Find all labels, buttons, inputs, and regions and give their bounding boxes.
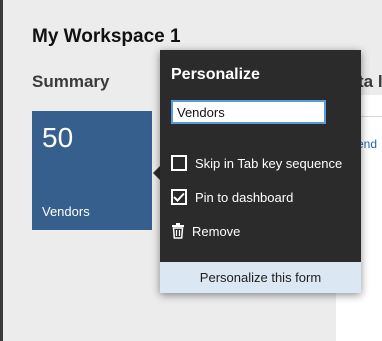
checkmark-icon [173,192,185,202]
personalize-form-button[interactable]: Personalize this form [160,262,361,293]
tile-count: 50 [42,122,74,153]
tile-label: Vendors [42,204,90,219]
pin-dashboard-option[interactable]: Pin to dashboard [171,186,293,208]
summary-section-title: Summary [32,72,110,91]
skip-tab-option[interactable]: Skip in Tab key sequence [171,152,342,174]
skip-tab-label: Skip in Tab key sequence [195,155,343,171]
adjacent-section-title: ta l [358,72,382,91]
workspace-title: My Workspace 1 [32,26,181,47]
remove-option[interactable]: Remove [171,220,240,242]
pin-dashboard-label: Pin to dashboard [195,189,294,205]
window-left-edge [0,0,3,341]
vendors-tile[interactable]: 50 Vendors [32,111,152,230]
trash-icon [171,223,185,239]
skip-tab-checkbox[interactable] [171,155,187,171]
popup-title: Personalize [171,66,260,83]
pin-dashboard-checkbox[interactable] [171,189,187,205]
tile-name-input[interactable] [171,100,326,124]
remove-label: Remove [192,223,241,239]
personalize-popup: Personalize Skip in Tab key sequence Pin… [160,50,361,293]
